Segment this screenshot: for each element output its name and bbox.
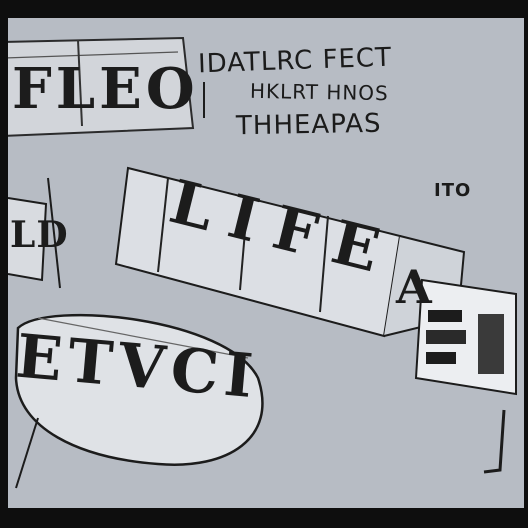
top-left-banner-text: FLEO: [12, 56, 199, 122]
right-box-window-1: [428, 310, 462, 322]
stray-stroke-2: [15, 417, 39, 489]
right-box-window-4: [478, 314, 504, 374]
sketch-canvas: IDATLRC FECT HKLRT HNOS THHEAPAS ITO FLE…: [8, 18, 524, 508]
right-box-window-2: [426, 330, 466, 344]
right-box-window-3: [426, 352, 456, 364]
side-note: ITO: [434, 180, 472, 201]
header-line-2: HKLRT HNOS: [249, 78, 389, 106]
right-box-leg: [483, 409, 506, 474]
header-line-3: THHEAPAS: [235, 108, 382, 142]
sketch-frame: IDATLRC FECT HKLRT HNOS THHEAPAS ITO FLE…: [0, 0, 528, 528]
left-fragment-text: LD: [10, 214, 69, 256]
center-banner-tail-text: A: [396, 260, 433, 314]
